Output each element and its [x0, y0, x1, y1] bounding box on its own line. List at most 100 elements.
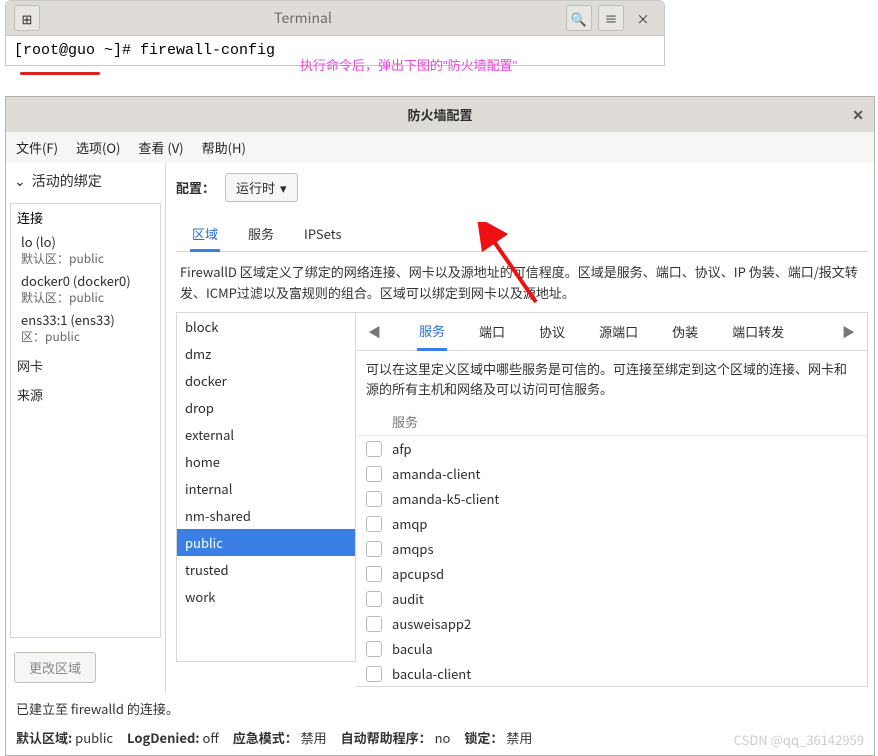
service-checkbox[interactable]	[366, 641, 382, 657]
change-zone-button[interactable]: 更改区域	[14, 652, 96, 683]
main-pane: 配置： 运行时 ▾ 区域 服务 IPSets FirewallD 区域定义了绑定…	[166, 163, 874, 693]
service-item[interactable]: afp	[356, 436, 867, 461]
connection-name: docker0 (docker0)	[21, 272, 150, 290]
service-list[interactable]: afp amanda-client amanda-k5-client amqp amqp…	[356, 436, 867, 686]
service-item[interactable]: ausweisapp2	[356, 611, 867, 636]
zone-item-docker[interactable]: docker	[177, 367, 355, 394]
search-button[interactable]: 🔍	[566, 5, 592, 31]
watermark: CSDN @qq_36142959	[734, 730, 864, 749]
service-checkbox[interactable]	[366, 591, 382, 607]
inner-tab-services[interactable]: 服务	[417, 313, 447, 351]
config-selector[interactable]: 运行时 ▾	[225, 173, 298, 202]
service-item[interactable]: amanda-client	[356, 461, 867, 486]
tab-ipsets[interactable]: IPSets	[302, 216, 344, 251]
window-title: 防火墙配置	[407, 105, 472, 124]
default-zone-value: public	[75, 728, 113, 747]
connection-zone: 区：public	[21, 329, 150, 346]
service-name: bacula	[392, 639, 433, 658]
menu-view[interactable]: 查看 (V)	[138, 138, 183, 157]
service-item[interactable]: amqps	[356, 536, 867, 561]
active-bindings-header[interactable]: ⌄ 活动的绑定	[6, 163, 165, 199]
config-value: 运行时	[236, 178, 275, 197]
menu-button[interactable]: ≡	[598, 5, 624, 31]
inner-tab-ports[interactable]: 端口	[477, 314, 507, 349]
window-close-button[interactable]: ✕	[852, 105, 864, 125]
close-icon: ×	[636, 9, 649, 28]
service-item[interactable]: bacula	[356, 636, 867, 661]
inner-tab-source-ports[interactable]: 源端口	[597, 314, 640, 349]
connection-item[interactable]: docker0 (docker0)默认区：public	[11, 270, 160, 309]
zone-item-home[interactable]: home	[177, 448, 355, 475]
config-label: 配置：	[176, 178, 215, 197]
service-item[interactable]: apcupsd	[356, 561, 867, 586]
menu-file[interactable]: 文件(F)	[16, 138, 58, 157]
zone-item-nm-shared[interactable]: nm-shared	[177, 502, 355, 529]
inner-tab-port-forward[interactable]: 端口转发	[730, 314, 786, 349]
scroll-left-button[interactable]: ◀	[362, 318, 387, 345]
lockdown-label: 锁定：	[464, 728, 503, 747]
service-item[interactable]: bacula-client	[356, 661, 867, 686]
service-checkbox[interactable]	[366, 666, 382, 682]
menu-options[interactable]: 选项(O)	[76, 138, 120, 157]
annotation-text: 执行命令后，弹出下图的"防火墙配置"	[300, 55, 517, 74]
service-item[interactable]: amanda-k5-client	[356, 486, 867, 511]
zone-item-internal[interactable]: internal	[177, 475, 355, 502]
zone-item-block[interactable]: block	[177, 313, 355, 340]
connection-item[interactable]: lo (lo)默认区：public	[11, 231, 160, 270]
sidebar: ⌄ 活动的绑定 连接 lo (lo)默认区：publicdocker0 (doc…	[6, 163, 166, 693]
auto-helpers-label: 自动帮助程序：	[341, 728, 432, 747]
menu-help[interactable]: 帮助(H)	[202, 138, 246, 157]
zone-item-drop[interactable]: drop	[177, 394, 355, 421]
service-checkbox[interactable]	[366, 466, 382, 482]
panic-mode-label: 应急模式：	[233, 728, 298, 747]
tab-zone[interactable]: 区域	[190, 216, 220, 251]
inner-tab-masquerade[interactable]: 伪装	[670, 314, 700, 349]
menubar: 文件(F) 选项(O) 查看 (V) 帮助(H)	[6, 132, 874, 163]
service-checkbox[interactable]	[366, 516, 382, 532]
zone-item-public[interactable]: public	[177, 529, 355, 556]
active-bindings-label: 活动的绑定	[32, 171, 102, 191]
service-name: afp	[392, 439, 412, 458]
service-checkbox[interactable]	[366, 491, 382, 507]
plus-box-icon: ⊞	[22, 9, 33, 28]
connection-name: lo (lo)	[21, 233, 150, 251]
scroll-right-button[interactable]: ▶	[836, 318, 861, 345]
panic-mode-value: 禁用	[301, 728, 327, 747]
connection-item[interactable]: ens33:1 (ens33)区：public	[11, 309, 160, 348]
service-checkbox[interactable]	[366, 566, 382, 582]
main-tabs: 区域 服务 IPSets	[176, 216, 868, 252]
connection-name: ens33:1 (ens33)	[21, 311, 150, 329]
close-button[interactable]: ×	[630, 5, 656, 31]
service-name: bacula-client	[392, 664, 471, 683]
titlebar: 防火墙配置 ✕	[6, 97, 874, 132]
terminal-prompt: [root@guo ~]# firewall-config	[14, 42, 275, 59]
services-description: 可以在这里定义区域中哪些服务是可信的。可连接至绑定到这个区域的连接、网卡和源的所…	[356, 351, 867, 409]
service-item[interactable]: audit	[356, 586, 867, 611]
new-tab-button[interactable]: ⊞	[14, 5, 40, 31]
terminal-title: Terminal	[42, 8, 564, 28]
sources-label: 来源	[11, 383, 160, 406]
zone-item-work[interactable]: work	[177, 583, 355, 610]
connection-zone: 默认区：public	[21, 290, 150, 307]
annotation-underline	[20, 72, 100, 75]
service-checkbox[interactable]	[366, 541, 382, 557]
service-name: amqps	[392, 539, 434, 558]
service-checkbox[interactable]	[366, 441, 382, 457]
log-denied-value: off	[202, 728, 218, 747]
service-item[interactable]: amqp	[356, 511, 867, 536]
connections-label: 连接	[11, 204, 160, 231]
service-name: apcupsd	[392, 564, 444, 583]
terminal-header: ⊞ Terminal 🔍 ≡ ×	[6, 1, 664, 36]
zone-item-dmz[interactable]: dmz	[177, 340, 355, 367]
lockdown-value: 禁用	[506, 728, 532, 747]
default-zone-label: 默认区域:	[16, 728, 72, 747]
log-denied-label: LogDenied:	[127, 728, 200, 747]
inner-tab-protocols[interactable]: 协议	[537, 314, 567, 349]
zone-item-trusted[interactable]: trusted	[177, 556, 355, 583]
service-checkbox[interactable]	[366, 616, 382, 632]
service-name: ausweisapp2	[392, 614, 471, 633]
zone-item-external[interactable]: external	[177, 421, 355, 448]
tab-service[interactable]: 服务	[246, 216, 276, 251]
zone-list[interactable]: blockdmzdockerdropexternalhomeinternalnm…	[176, 312, 356, 662]
service-name: amanda-k5-client	[392, 489, 499, 508]
